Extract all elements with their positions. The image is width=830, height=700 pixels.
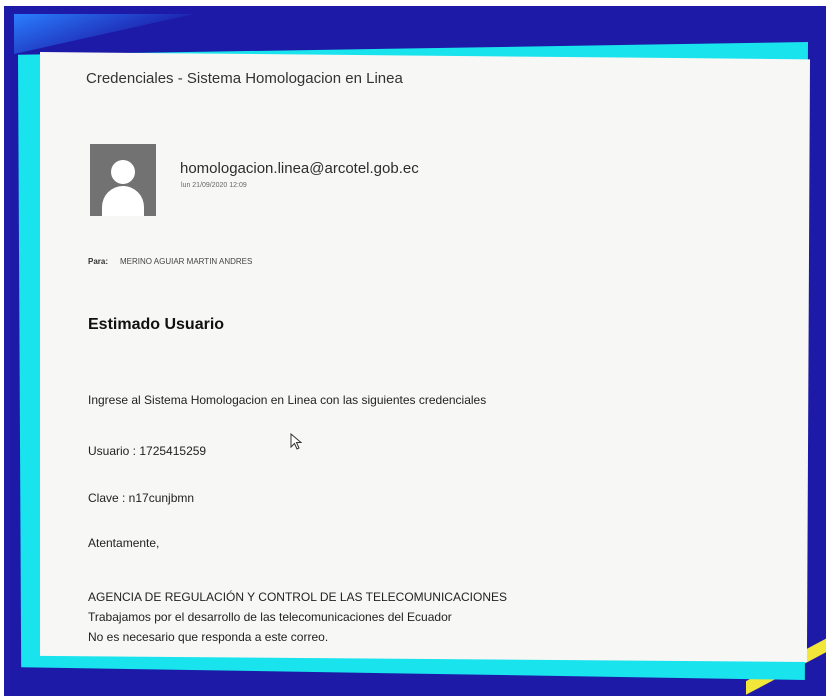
email-intro: Ingrese al Sistema Homologacion en Linea… xyxy=(88,393,487,407)
closing-line: Atentamente, xyxy=(88,536,160,550)
corner-accent-top-left xyxy=(14,14,194,54)
recipient-name[interactable]: MERINO AGUIAR MARTIN ANDRES xyxy=(120,257,252,266)
email-greeting: Estimado Usuario xyxy=(88,316,225,333)
username-line: Usuario : 1725415259 xyxy=(88,444,207,458)
signature-agency: AGENCIA DE REGULACIÓN Y CONTROL DE LAS T… xyxy=(88,590,507,604)
sender-address[interactable]: homologacion.linea@arcotel.gob.ec xyxy=(180,160,419,177)
signature-motto: Trabajamos por el desarrollo de las tele… xyxy=(88,610,452,624)
person-silhouette-icon xyxy=(90,144,156,216)
decorative-frame: Credenciales - Sistema Homologacion en L… xyxy=(4,6,826,696)
avatar-body xyxy=(102,186,144,216)
avatar-head xyxy=(111,160,135,184)
email-date: lun 21/09/2020 12:09 xyxy=(181,182,247,189)
email-subject: Credenciales - Sistema Homologacion en L… xyxy=(86,70,403,87)
password-line: Clave : n17cunjbmn xyxy=(88,491,195,505)
email-view: Credenciales - Sistema Homologacion en L… xyxy=(40,52,810,662)
mouse-pointer-icon xyxy=(290,433,303,450)
to-label: Para: xyxy=(88,257,109,266)
signature-no-reply: No es necesario que responda a este corr… xyxy=(88,630,329,644)
